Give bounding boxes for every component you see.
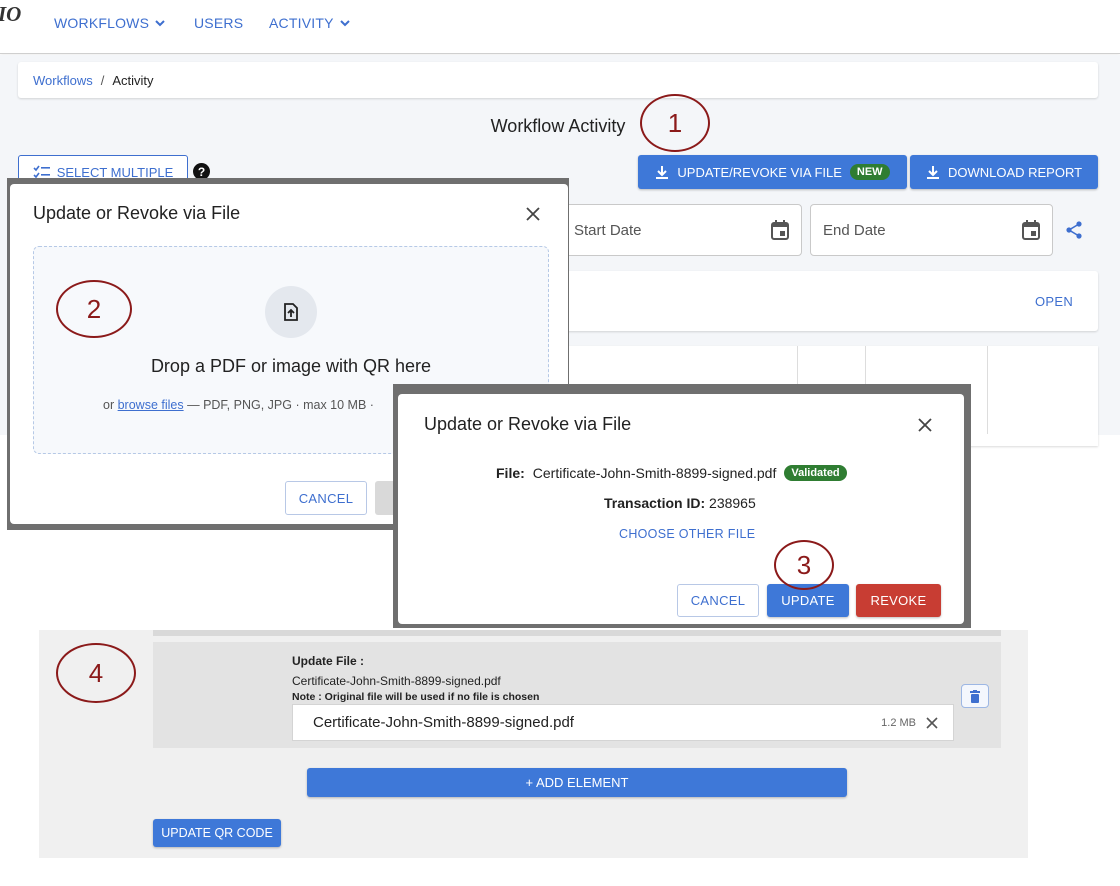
new-badge: NEW [849,164,890,180]
file-size: 1.2 MB [881,716,916,729]
nav-activity[interactable]: ACTIVITY [269,15,352,31]
transaction-row: Transaction ID: 238965 [604,495,756,511]
download-icon [656,165,669,179]
open-link[interactable]: OPEN [1035,294,1073,309]
help-glyph: ? [197,164,206,179]
file-upload-icon [284,303,298,321]
update-revoke-via-file-button[interactable]: UPDATE/REVOKE VIA FILE NEW [638,155,907,189]
update-file-note: Note : Original file will be used if no … [292,691,540,703]
chevron-down-icon [339,20,350,27]
annotation-number: 2 [86,293,102,324]
end-date-placeholder: End Date [823,221,886,239]
end-date-field[interactable]: End Date [810,204,1053,256]
cancel-label: CANCEL [298,490,354,506]
delete-button[interactable] [961,684,989,708]
upload-icon-container [265,286,317,338]
breadcrumb-workflows-link[interactable]: Workflows [33,73,93,88]
breadcrumb-separator: / [100,72,105,88]
file-input[interactable]: Certificate-John-Smith-8899-signed.pdf 1… [292,704,954,741]
current-file-name: Certificate-John-Smith-8899-signed.pdf [292,674,501,688]
revoke-button[interactable]: REVOKE [856,584,941,617]
update-qr-label: UPDATE QR CODE [161,826,273,840]
breadcrumb: Workflows / Activity [18,62,1098,98]
cancel-label: CANCEL [690,593,746,608]
top-navbar [0,0,1120,54]
close-icon[interactable] [926,716,938,729]
selected-file-name: Certificate-John-Smith-8899-signed.pdf [313,714,574,731]
download-report-button[interactable]: DOWNLOAD REPORT [910,155,1098,189]
annotation-marker-3: 3 [774,540,834,590]
nav-users-label: USERS [194,15,244,31]
update-label: UPDATE [781,593,835,608]
update-revoke-label: UPDATE/REVOKE VIA FILE [677,164,842,180]
transaction-id: 238965 [709,495,756,511]
start-date-placeholder: Start Date [574,221,642,239]
download-icon [926,165,939,179]
logo: IO [0,2,22,26]
table-column-divider [987,346,988,434]
nav-activity-label: ACTIVITY [269,15,334,31]
close-icon[interactable] [918,418,932,432]
upload-modal-title: Update or Revoke via File [33,203,241,223]
dropzone-formats: — PDF, PNG, JPG · max 10 MB · [187,398,374,412]
disabled-submit-button[interactable] [375,481,395,515]
annotation-marker-1: 1 [640,94,710,152]
revoke-label: REVOKE [870,593,927,608]
annotation-marker-2: 2 [56,280,132,338]
dropzone-hint-prefix: or [103,398,115,412]
breadcrumb-current: Activity [112,72,154,88]
annotation-number: 3 [796,549,812,580]
annotation-number: 4 [88,657,104,688]
transaction-label: Transaction ID: [604,495,706,511]
chevron-down-icon [155,20,165,27]
calendar-icon[interactable] [1022,220,1040,240]
nav-users[interactable]: USERS [194,15,243,31]
validated-badge: Validated [784,465,847,481]
file-label: File: [496,465,525,481]
add-element-button[interactable]: + ADD ELEMENT [307,768,847,797]
share-icon[interactable] [1065,221,1083,239]
annotation-marker-4: 4 [56,643,136,703]
cancel-button[interactable]: CANCEL [285,481,367,515]
file-meta: 1.2 MB [881,717,938,729]
dropzone-title: Drop a PDF or image with QR here [150,356,432,376]
download-report-label: DOWNLOAD REPORT [947,164,1083,180]
update-file-heading: Update File : [292,654,365,668]
file-info-row: File: Certificate-John-Smith-8899-signed… [496,465,847,481]
add-element-label: + ADD ELEMENT [525,775,629,790]
section-divider [153,630,1001,636]
confirm-modal-title: Update or Revoke via File [424,414,632,434]
update-qr-code-button[interactable]: UPDATE QR CODE [153,819,281,847]
close-icon[interactable] [526,207,540,221]
checklist-icon [33,165,50,179]
cancel-button[interactable]: CANCEL [677,584,759,617]
browse-files-link[interactable]: browse files [118,398,184,412]
choose-other-file-link[interactable]: CHOOSE OTHER FILE [619,527,755,541]
nav-workflows-label: WORKFLOWS [54,15,150,31]
annotation-number: 1 [667,107,683,138]
nav-workflows[interactable]: WORKFLOWS [54,15,167,31]
trash-icon [970,689,980,703]
start-date-field[interactable]: Start Date [558,204,802,256]
dropzone-hint: or browse files — PDF, PNG, JPG · max 10… [103,398,374,412]
file-name: Certificate-John-Smith-8899-signed.pdf [532,465,777,481]
calendar-icon[interactable] [771,220,789,240]
